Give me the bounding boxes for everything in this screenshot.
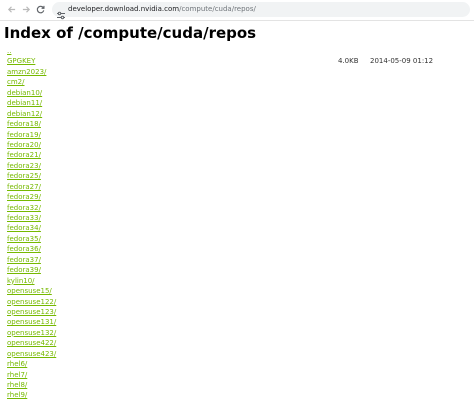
entry-link[interactable]: fedora29/ xyxy=(7,193,41,201)
entry-date: 2014-05-09 01:12 xyxy=(370,57,434,66)
entry-link[interactable]: kylin10/ xyxy=(7,277,35,285)
url-host: developer.download.nvidia.com xyxy=(68,5,180,13)
list-item: rhel7/ xyxy=(7,370,467,380)
list-item: fedora34/ xyxy=(7,223,467,233)
entry-link[interactable]: debian12/ xyxy=(7,110,42,118)
entry-link[interactable]: debian11/ xyxy=(7,99,42,107)
entry-link[interactable]: GPGKEY xyxy=(7,57,35,65)
url-path: /compute/cuda/repos/ xyxy=(179,5,256,13)
entry-link[interactable]: debian10/ xyxy=(7,89,42,97)
entry-link[interactable]: opensuse423/ xyxy=(7,350,56,358)
list-item: debian10/ xyxy=(7,88,467,98)
entry-link[interactable]: fedora39/ xyxy=(7,266,41,274)
entry-link[interactable]: fedora35/ xyxy=(7,235,41,243)
entry-link[interactable]: opensuse422/ xyxy=(7,339,56,347)
entry-link[interactable]: amzn2023/ xyxy=(7,68,46,76)
list-item: fedora29/ xyxy=(7,192,467,202)
entry-link[interactable]: fedora21/ xyxy=(7,151,41,159)
entry-link[interactable]: fedora20/ xyxy=(7,141,41,149)
reload-icon[interactable] xyxy=(33,2,48,17)
list-item: debian12/ xyxy=(7,109,467,119)
address-bar[interactable]: developer.download.nvidia.com/compute/cu… xyxy=(52,2,470,20)
entry-size: 4.0KB xyxy=(338,57,359,66)
entry-link[interactable]: fedora33/ xyxy=(7,214,41,222)
list-item: amzn2023/ xyxy=(7,67,467,77)
list-item: opensuse132/ xyxy=(7,328,467,338)
list-item: kylin10/ xyxy=(7,276,467,286)
list-item: opensuse422/ xyxy=(7,338,467,348)
list-item: .. xyxy=(7,46,467,56)
entry-link[interactable]: fedora32/ xyxy=(7,204,41,212)
list-item: fedora33/ xyxy=(7,213,467,223)
list-item: fedora21/ xyxy=(7,150,467,160)
entry-link[interactable]: fedora25/ xyxy=(7,172,41,180)
parent-directory-link[interactable]: .. xyxy=(7,47,11,55)
list-item: fedora23/ xyxy=(7,161,467,171)
browser-toolbar: developer.download.nvidia.com/compute/cu… xyxy=(0,0,474,21)
list-item: GPGKEY 4.0KB 2014-05-09 01:12 xyxy=(7,56,467,66)
page-title: Index of /compute/cuda/repos xyxy=(4,24,257,42)
list-item: fedora27/ xyxy=(7,182,467,192)
list-item: fedora20/ xyxy=(7,140,467,150)
entry-link[interactable]: opensuse123/ xyxy=(7,308,56,316)
list-item: rhel6/ xyxy=(7,359,467,369)
entry-link[interactable]: cm2/ xyxy=(7,78,24,86)
page-content: Index of /compute/cuda/repos .. GPGKEY 4.0… xyxy=(0,21,474,409)
entry-link[interactable]: opensuse131/ xyxy=(7,318,56,326)
list-item: fedora36/ xyxy=(7,244,467,254)
entry-link[interactable]: fedora36/ xyxy=(7,245,41,253)
list-item: fedora39/ xyxy=(7,265,467,275)
entry-link[interactable]: rhel7/ xyxy=(7,371,27,379)
entry-link[interactable]: fedora18/ xyxy=(7,120,41,128)
entry-link[interactable]: rhel8/ xyxy=(7,381,27,389)
entry-link[interactable]: fedora27/ xyxy=(7,183,41,191)
back-arrow-icon[interactable] xyxy=(4,2,19,17)
list-item: opensuse15/ xyxy=(7,286,467,296)
entry-link[interactable]: opensuse132/ xyxy=(7,329,56,337)
entry-link[interactable]: opensuse15/ xyxy=(7,287,52,295)
list-item: fedora37/ xyxy=(7,255,467,265)
entry-link[interactable]: rhel6/ xyxy=(7,360,27,368)
site-info-icon[interactable] xyxy=(56,5,66,20)
list-item: debian11/ xyxy=(7,98,467,108)
entry-link[interactable]: fedora23/ xyxy=(7,162,41,170)
entry-link[interactable]: fedora34/ xyxy=(7,224,41,232)
list-item: fedora25/ xyxy=(7,171,467,181)
forward-arrow-icon[interactable] xyxy=(19,2,34,17)
list-item: opensuse131/ xyxy=(7,317,467,327)
list-item: fedora19/ xyxy=(7,130,467,140)
file-listing: .. GPGKEY 4.0KB 2014-05-09 01:12 amzn2023/cm… xyxy=(7,46,467,401)
list-item: fedora18/ xyxy=(7,119,467,129)
url-text[interactable]: developer.download.nvidia.com/compute/cu… xyxy=(68,4,256,15)
entry-link[interactable]: fedora19/ xyxy=(7,131,41,139)
list-item: rhel8/ xyxy=(7,380,467,390)
list-item: rhel9/ xyxy=(7,390,467,400)
list-item: opensuse122/ xyxy=(7,297,467,307)
list-item: fedora35/ xyxy=(7,234,467,244)
entry-link[interactable]: rhel9/ xyxy=(7,391,27,399)
list-item: opensuse123/ xyxy=(7,307,467,317)
list-item: opensuse423/ xyxy=(7,349,467,359)
list-item: fedora32/ xyxy=(7,203,467,213)
list-item: cm2/ xyxy=(7,77,467,87)
entry-link[interactable]: opensuse122/ xyxy=(7,298,56,306)
entry-link[interactable]: fedora37/ xyxy=(7,256,41,264)
